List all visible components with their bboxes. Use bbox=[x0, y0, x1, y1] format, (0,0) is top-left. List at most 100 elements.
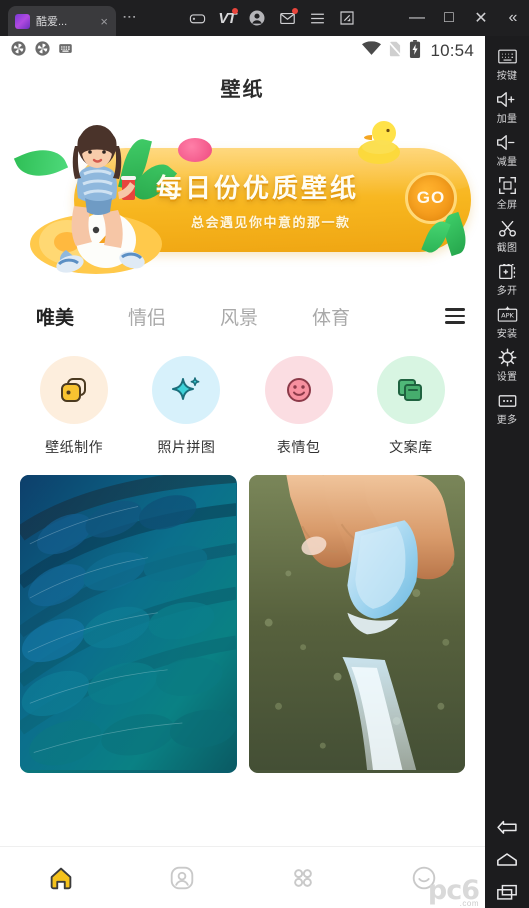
sidebar-item-volume-down[interactable]: 减量 bbox=[485, 128, 529, 171]
sidebar-item-label: 设置 bbox=[496, 372, 518, 383]
bottom-nav-profile[interactable] bbox=[121, 863, 242, 893]
girl-on-duck-float-illustration bbox=[22, 114, 178, 288]
notification-dot bbox=[232, 8, 238, 14]
banner-subtitle: 总会遇见你中意的那一款 bbox=[191, 215, 351, 230]
multi-instance-icon bbox=[498, 262, 517, 281]
sim-off-icon bbox=[388, 40, 403, 62]
wallpaper-card-feathers[interactable] bbox=[20, 475, 237, 773]
window-titlebar: 酷爱... × ⋮ VT — □ ✕ « bbox=[0, 0, 529, 36]
daily-wallpaper-banner[interactable]: 每日份优质壁纸 总会遇见你中意的那一款 GO bbox=[6, 110, 479, 288]
sidebar-item-install-apk[interactable]: APK 安装 bbox=[485, 300, 529, 343]
watermark-sub: .com bbox=[459, 899, 479, 908]
more-icon bbox=[498, 391, 517, 410]
back-icon[interactable] bbox=[496, 816, 518, 836]
wifi-icon bbox=[362, 41, 382, 61]
stacked-cards-icon bbox=[40, 356, 109, 424]
sidebar-item-label: 截图 bbox=[496, 243, 518, 254]
statusbar-right-icons: 10:54 bbox=[362, 39, 474, 63]
quick-action-label: 文案库 bbox=[389, 439, 433, 455]
sidebar-item-label: 多开 bbox=[496, 286, 518, 297]
pink-blob-decoration bbox=[178, 138, 212, 162]
tab-tiyu[interactable]: 体育 bbox=[306, 303, 356, 330]
volume-up-icon bbox=[496, 90, 518, 109]
profile-icon bbox=[170, 866, 194, 889]
menu-icon[interactable] bbox=[302, 3, 332, 33]
bottom-nav-home[interactable] bbox=[0, 863, 121, 893]
fullscreen-icon bbox=[498, 176, 517, 195]
sidebar-item-label: 更多 bbox=[496, 415, 518, 426]
rubber-duck-illustration bbox=[351, 116, 405, 166]
mail-icon[interactable] bbox=[272, 3, 302, 33]
wallpaper-grid bbox=[0, 461, 485, 773]
chalk-photo bbox=[248, 475, 465, 771]
sidebar-item-fullscreen[interactable]: 全屏 bbox=[485, 171, 529, 214]
home-icon bbox=[50, 867, 71, 889]
sidebar-item-settings[interactable]: 设置 bbox=[485, 343, 529, 386]
quick-actions: 壁纸制作 照片拼图 表情包 文案库 bbox=[0, 344, 485, 461]
tab-fengjing[interactable]: 风景 bbox=[214, 303, 264, 330]
sidebar-item-label: 按键 bbox=[496, 71, 518, 82]
smiley-icon bbox=[413, 866, 436, 889]
bottom-nav-smiley[interactable] bbox=[364, 863, 485, 893]
quick-action-emoji-pack[interactable]: 表情包 bbox=[243, 356, 355, 457]
battery-charging-icon bbox=[409, 39, 421, 63]
gear-icon bbox=[498, 348, 517, 367]
scissors-icon bbox=[498, 219, 517, 238]
browser-tab[interactable]: 酷爱... × bbox=[8, 6, 116, 36]
quick-action-copy-library[interactable]: 文案库 bbox=[355, 356, 467, 457]
page-title: 壁纸 bbox=[220, 78, 265, 101]
minimize-button[interactable]: — bbox=[401, 3, 433, 33]
close-button[interactable]: ✕ bbox=[465, 3, 497, 33]
resize-icon[interactable] bbox=[332, 3, 362, 33]
android-statusbar: 10:54 bbox=[0, 36, 485, 66]
sidebar-item-keys[interactable]: 按键 bbox=[485, 42, 529, 85]
tab-strip: 酷爱... × ⋮ bbox=[0, 0, 144, 36]
account-avatar-icon[interactable] bbox=[242, 3, 272, 33]
window-controls: — □ ✕ « bbox=[401, 0, 529, 36]
apk-install-icon: APK bbox=[497, 305, 518, 324]
titlebar-icon-group: VT bbox=[182, 0, 362, 36]
sidebar-item-label: 全屏 bbox=[496, 200, 518, 211]
volume-down-icon bbox=[496, 133, 518, 152]
recents-icon[interactable] bbox=[496, 882, 518, 902]
wallpaper-card-chalk[interactable] bbox=[248, 475, 465, 773]
gamepad-icon[interactable] bbox=[182, 3, 212, 33]
app-bottom-nav: pc6 .com bbox=[0, 846, 485, 908]
sync-icon bbox=[10, 40, 27, 62]
sync-icon bbox=[34, 40, 51, 62]
sidebar-item-more[interactable]: 更多 bbox=[485, 386, 529, 429]
keyboard-icon bbox=[58, 41, 73, 61]
sidebar-item-label: 加量 bbox=[496, 114, 518, 125]
quick-action-photo-collage[interactable]: 照片拼图 bbox=[130, 356, 242, 457]
emulator-window: 酷爱... × ⋮ VT — □ ✕ « 10:54 壁纸 每日份优质壁纸 总会… bbox=[0, 0, 529, 908]
tab-weimei[interactable]: 唯美 bbox=[26, 303, 85, 332]
svg-text:APK: APK bbox=[501, 312, 514, 320]
vt-icon[interactable]: VT bbox=[212, 3, 242, 33]
feather-texture bbox=[20, 475, 237, 771]
category-tabs: 唯美 情侣 风景 体育 bbox=[0, 288, 485, 344]
keyboard-icon bbox=[497, 47, 517, 66]
sidebar-item-label: 减量 bbox=[496, 157, 518, 168]
banner-title: 每日份优质壁纸 bbox=[156, 173, 360, 203]
documents-icon bbox=[376, 356, 445, 424]
collapse-sidebar-button[interactable]: « bbox=[497, 3, 529, 33]
sidebar-item-screenshot[interactable]: 截图 bbox=[485, 214, 529, 257]
sidebar-item-multi-instance[interactable]: 多开 bbox=[485, 257, 529, 300]
quick-action-label: 照片拼图 bbox=[157, 439, 216, 455]
kebab-menu-icon[interactable]: ⋮ bbox=[116, 6, 144, 36]
tab-qinglv[interactable]: 情侣 bbox=[122, 303, 172, 330]
quick-action-label: 壁纸制作 bbox=[45, 439, 104, 455]
home-icon[interactable] bbox=[496, 849, 518, 869]
close-icon[interactable]: × bbox=[100, 15, 108, 28]
status-clock: 10:54 bbox=[430, 41, 474, 60]
tab-label: 唯美 bbox=[36, 307, 75, 329]
quick-action-wallpaper-maker[interactable]: 壁纸制作 bbox=[18, 356, 130, 457]
hamburger-icon[interactable] bbox=[445, 308, 471, 324]
bottom-nav-grid[interactable] bbox=[243, 864, 364, 892]
smiley-icon bbox=[264, 356, 333, 424]
sidebar-item-volume-up[interactable]: 加量 bbox=[485, 85, 529, 128]
maximize-button[interactable]: □ bbox=[433, 3, 465, 33]
app-icon bbox=[15, 13, 30, 29]
notification-dot bbox=[292, 8, 298, 14]
quick-action-label: 表情包 bbox=[276, 439, 321, 455]
